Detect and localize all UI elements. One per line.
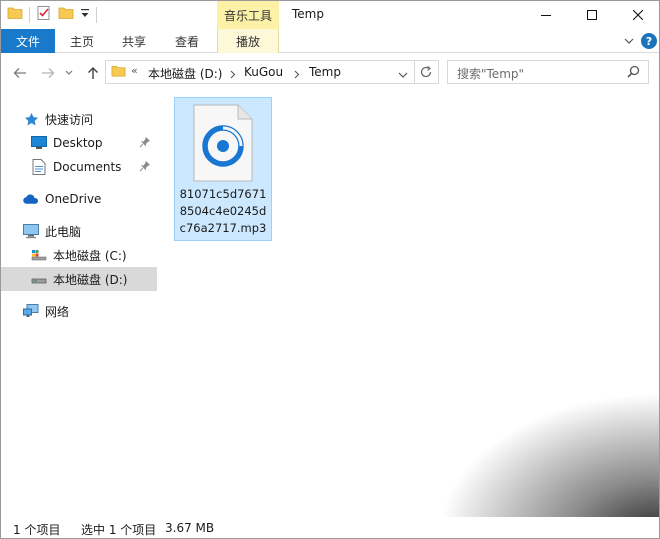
chevron-down-icon bbox=[65, 70, 73, 75]
search-box[interactable]: 搜索"Temp" bbox=[447, 60, 649, 84]
sidebar-item-desktop[interactable]: Desktop bbox=[1, 131, 157, 155]
status-selection: 选中 1 个项目 bbox=[81, 523, 157, 537]
network-icon bbox=[23, 303, 39, 319]
sidebar-item-label: Desktop bbox=[53, 136, 103, 150]
star-icon bbox=[23, 111, 39, 127]
explorer-window: 音乐工具 Temp 文件 主页 共享 查看 播放 ? « 本地磁盘 (D:) K… bbox=[0, 0, 660, 539]
breadcrumb-temp[interactable]: Temp bbox=[309, 65, 341, 79]
pin-icon[interactable] bbox=[139, 160, 151, 172]
maximize-icon bbox=[587, 10, 597, 20]
chevron-down-icon bbox=[624, 38, 634, 44]
navigation-bar: « 本地磁盘 (D:) KuGou Temp 搜索"Temp" bbox=[1, 53, 659, 91]
arrow-left-icon bbox=[13, 68, 26, 78]
sidebar-item-drive-d[interactable]: 本地磁盘 (D:) bbox=[1, 267, 157, 291]
forward-button[interactable] bbox=[39, 64, 57, 82]
breadcrumb-kugou[interactable]: KuGou bbox=[244, 65, 283, 79]
minimize-button[interactable] bbox=[523, 1, 569, 29]
minimize-icon bbox=[541, 15, 551, 16]
folder-icon bbox=[111, 64, 126, 81]
pin-icon[interactable] bbox=[139, 136, 151, 148]
drive-icon bbox=[31, 271, 47, 287]
chevron-right-icon[interactable] bbox=[294, 68, 300, 82]
documents-icon bbox=[31, 159, 47, 175]
expand-ribbon-button[interactable] bbox=[621, 33, 637, 49]
status-bar: 1 个项目 选中 1 个项目 3.67 MB bbox=[1, 517, 659, 538]
folder-icon[interactable] bbox=[7, 6, 23, 23]
title-bar: 音乐工具 Temp bbox=[1, 1, 659, 29]
sidebar-item-label: OneDrive bbox=[45, 192, 102, 206]
cloud-icon bbox=[23, 191, 39, 207]
sidebar-item-network[interactable]: 网络 bbox=[1, 299, 157, 323]
chevron-right-icon[interactable] bbox=[230, 68, 236, 82]
chevron-down-icon bbox=[398, 72, 408, 78]
arrow-up-icon bbox=[88, 67, 98, 79]
desktop-icon bbox=[31, 135, 47, 151]
navigation-pane: 快速访问 Desktop Documents OneDrive 此电脑 本地磁盘… bbox=[1, 99, 159, 509]
file-name[interactable]: 81071c5d76718504c4e0245dc76a2717.mp3 bbox=[175, 186, 271, 237]
sidebar-item-label: 快速访问 bbox=[45, 112, 94, 127]
back-button[interactable] bbox=[11, 64, 29, 82]
tab-file[interactable]: 文件 bbox=[1, 29, 55, 53]
window-title: Temp bbox=[292, 7, 324, 21]
sidebar-item-label: 此电脑 bbox=[45, 224, 82, 239]
address-divider bbox=[414, 61, 415, 83]
music-file-icon bbox=[193, 104, 253, 182]
sidebar-item-onedrive[interactable]: OneDrive bbox=[1, 187, 157, 211]
properties-icon[interactable] bbox=[36, 5, 52, 24]
help-button[interactable]: ? bbox=[641, 33, 657, 49]
sidebar-item-quick-access[interactable]: 快速访问 bbox=[1, 107, 157, 131]
close-icon bbox=[633, 10, 643, 20]
sidebar-item-label: 本地磁盘 (C:) bbox=[53, 248, 127, 263]
drive-icon bbox=[31, 247, 47, 263]
toolbar-separator bbox=[96, 6, 97, 23]
file-list[interactable]: 81071c5d76718504c4e0245dc76a2717.mp3 bbox=[159, 91, 659, 513]
computer-icon bbox=[23, 223, 39, 239]
quick-access-toolbar bbox=[7, 5, 97, 24]
close-button[interactable] bbox=[615, 1, 659, 29]
address-bar[interactable]: « 本地磁盘 (D:) KuGou Temp bbox=[105, 60, 439, 84]
search-input[interactable]: 搜索"Temp" bbox=[457, 65, 524, 82]
search-icon[interactable] bbox=[627, 65, 640, 81]
breadcrumb-overflow[interactable]: « bbox=[131, 64, 138, 77]
maximize-button[interactable] bbox=[569, 1, 615, 29]
recent-locations-button[interactable] bbox=[63, 64, 75, 82]
ribbon-tabs: 文件 主页 共享 查看 播放 ? bbox=[1, 29, 659, 53]
arrow-right-icon bbox=[42, 68, 55, 78]
tab-share[interactable]: 共享 bbox=[111, 29, 157, 53]
sidebar-item-label: Documents bbox=[53, 160, 122, 174]
tab-home[interactable]: 主页 bbox=[59, 29, 105, 53]
address-history-button[interactable] bbox=[398, 68, 408, 82]
help-icon: ? bbox=[645, 34, 653, 48]
sidebar-item-label: 网络 bbox=[45, 304, 70, 319]
tab-view[interactable]: 查看 bbox=[163, 29, 211, 53]
breadcrumb-drive-d[interactable]: 本地磁盘 (D:) bbox=[148, 65, 222, 82]
file-item[interactable]: 81071c5d76718504c4e0245dc76a2717.mp3 bbox=[174, 97, 272, 241]
customize-toolbar-icon[interactable] bbox=[80, 7, 90, 22]
refresh-button[interactable] bbox=[419, 65, 433, 82]
refresh-icon bbox=[420, 66, 432, 78]
new-folder-icon[interactable] bbox=[58, 6, 74, 23]
context-group-label: 音乐工具 bbox=[217, 1, 279, 29]
status-item-count: 1 个项目 bbox=[13, 523, 61, 537]
toolbar-separator bbox=[29, 6, 30, 23]
sidebar-item-label: 本地磁盘 (D:) bbox=[53, 272, 128, 287]
sidebar-item-drive-c[interactable]: 本地磁盘 (C:) bbox=[1, 243, 157, 267]
up-button[interactable] bbox=[84, 64, 102, 82]
tab-play[interactable]: 播放 bbox=[217, 29, 279, 53]
sidebar-item-this-pc[interactable]: 此电脑 bbox=[1, 219, 157, 243]
sidebar-item-documents[interactable]: Documents bbox=[1, 155, 157, 179]
status-size: 3.67 MB bbox=[165, 521, 215, 535]
